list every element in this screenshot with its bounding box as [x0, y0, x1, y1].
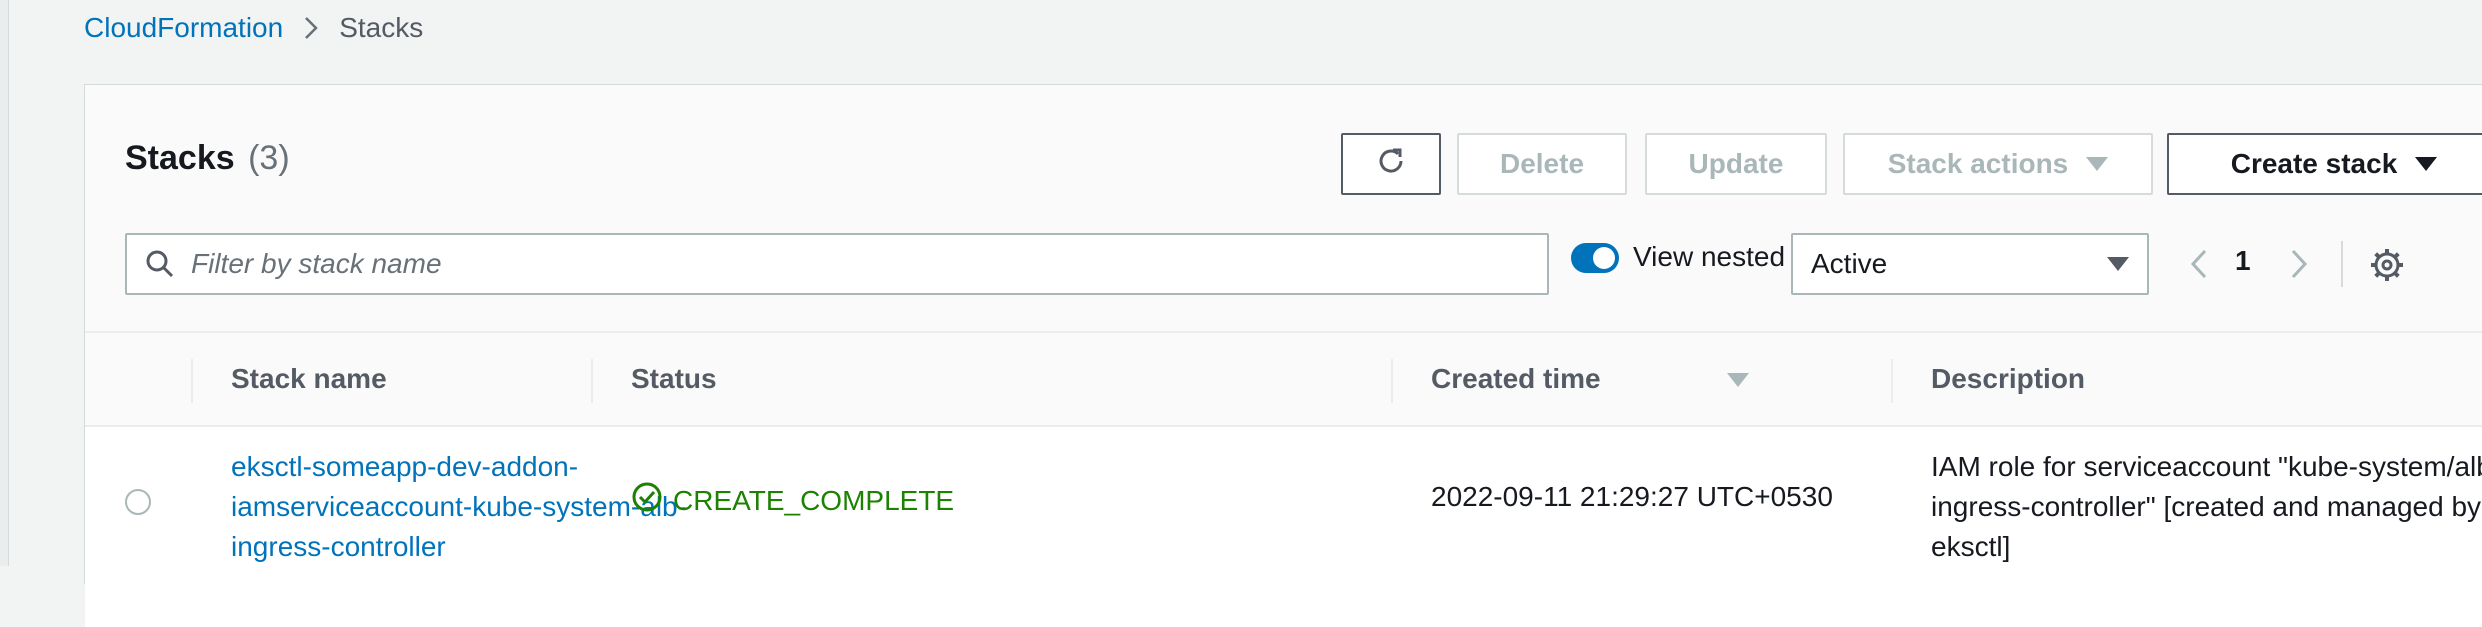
delete-label: Delete	[1499, 148, 1585, 179]
check-circle-icon	[631, 481, 663, 520]
update-button[interactable]: Update	[1645, 133, 1827, 195]
panel-header: Stacks (3) Delete Update Stack actions C…	[85, 85, 2482, 331]
column-divider	[591, 359, 593, 403]
sort-descending-icon[interactable]	[1727, 373, 1749, 387]
column-divider	[1391, 359, 1393, 403]
pager-divider	[2341, 241, 2343, 287]
breadcrumb-cloudformation-link[interactable]: CloudFormation	[84, 12, 283, 44]
previous-page-button[interactable]	[2185, 245, 2213, 283]
stack-actions-label: Stack actions	[1887, 148, 2069, 179]
title-text: Stacks	[125, 139, 235, 177]
created-time: 2022-09-11 21:29:27 UTC+0530	[1431, 481, 1833, 512]
current-page-number[interactable]: 1	[2235, 245, 2251, 277]
delete-button[interactable]: Delete	[1457, 133, 1627, 195]
table-row: eksctl-someapp-dev-addon-iamserviceaccou…	[85, 427, 2482, 627]
caret-down-icon	[2107, 257, 2129, 271]
gear-icon[interactable]	[2367, 245, 2407, 285]
caret-down-icon	[2415, 157, 2438, 171]
view-nested-toggle[interactable]	[1571, 243, 1619, 273]
column-header-status[interactable]: Status	[631, 363, 717, 395]
create-stack-label: Create stack	[2230, 148, 2398, 179]
next-page-button[interactable]	[2285, 245, 2313, 283]
status-text: CREATE_COMPLETE	[673, 484, 955, 516]
column-divider	[191, 359, 193, 403]
status-filter-value: Active	[1811, 248, 1888, 279]
column-header-stack-name[interactable]: Stack name	[231, 363, 387, 395]
search-icon	[145, 249, 175, 279]
status-badge: CREATE_COMPLETE	[631, 481, 954, 520]
stack-description: IAM role for serviceaccount "kube-system…	[1931, 451, 2482, 562]
table-header: Stack name Status Created time Descripti…	[85, 331, 2482, 427]
stack-count: (3)	[248, 139, 290, 177]
stacks-panel: Stacks (3) Delete Update Stack actions C…	[84, 84, 2482, 627]
update-label: Update	[1688, 148, 1784, 179]
view-nested-label: View nested	[1633, 241, 1786, 272]
refresh-button[interactable]	[1341, 133, 1441, 195]
refresh-icon	[1374, 144, 1408, 185]
column-divider	[1891, 359, 1893, 403]
column-header-created-time[interactable]: Created time	[1431, 363, 1601, 395]
left-rail	[0, 0, 9, 566]
stack-filter	[125, 233, 1549, 295]
status-filter-select[interactable]: Active	[1791, 233, 2149, 295]
search-input[interactable]	[189, 247, 1493, 281]
page-title: Stacks (3)	[125, 139, 290, 178]
breadcrumb-current: Stacks	[339, 12, 424, 43]
caret-down-icon	[2086, 157, 2109, 171]
row-select-radio[interactable]	[125, 489, 151, 515]
column-header-description[interactable]: Description	[1931, 363, 2085, 395]
chevron-right-icon	[303, 15, 319, 41]
breadcrumb: CloudFormation Stacks	[84, 12, 423, 44]
stack-actions-dropdown[interactable]: Stack actions	[1843, 133, 2153, 195]
create-stack-dropdown[interactable]: Create stack	[2167, 133, 2482, 195]
toggle-knob	[1593, 247, 1615, 269]
